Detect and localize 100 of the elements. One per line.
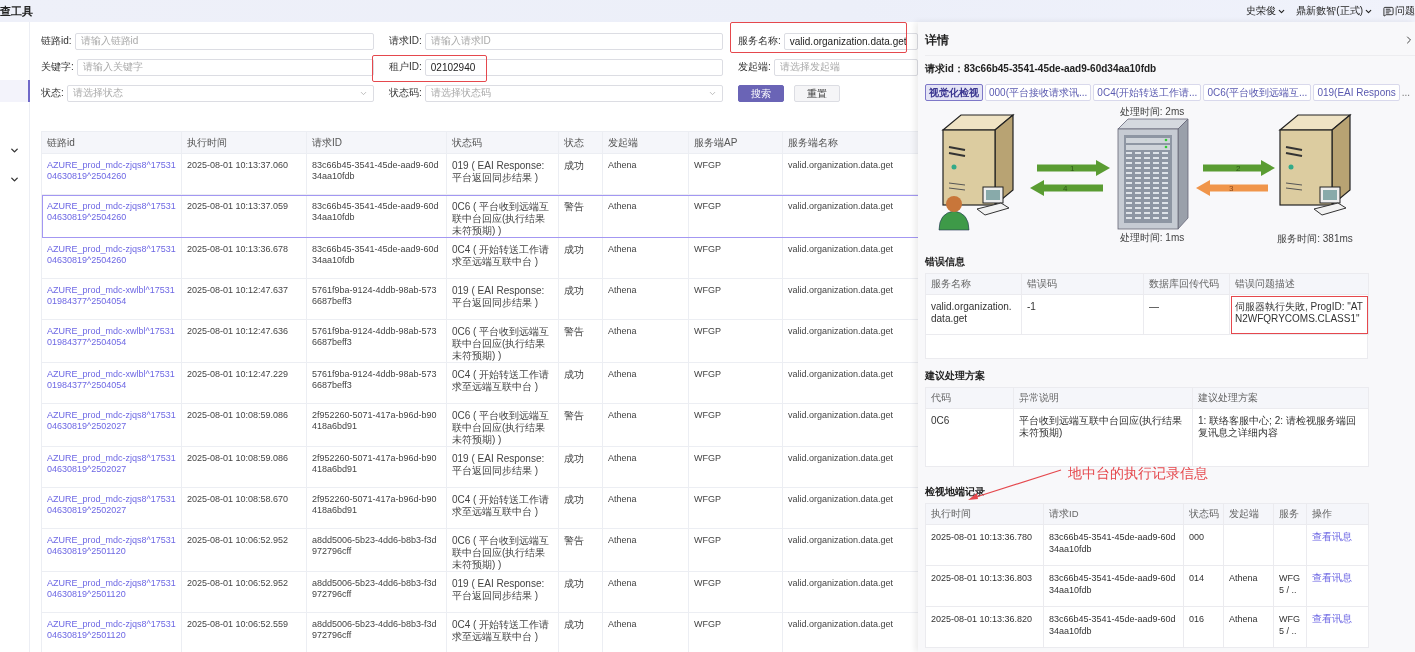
column-header: 数据库回传代码: [1143, 273, 1230, 295]
table-cell: 2f952260-5071-417a-b96d-b90418a6bd91: [306, 487, 447, 529]
user-icon: [938, 196, 970, 231]
table-row[interactable]: AZURE_prod_mdc-xwlbl^1753101984377^2504054 2025-08-01 10:12:47.636 5761f9ba-9124-4ddb-98ab-5736687beff3 0C6 ( 平台收到远端互联中台回应(执行结果未符预期) ) 警告 Athena WFGP valid.organization.data.get: [41, 319, 919, 363]
input-field[interactable]: 02102940: [424, 58, 723, 76]
table-cell: 2025-08-01 10:12:47.636: [181, 319, 307, 363]
chevron-down-icon[interactable]: [9, 145, 20, 156]
annotation-text: 地中台的执行记录信息: [1068, 465, 1208, 483]
tenant-menu[interactable]: 鼎新數智(正式): [1296, 4, 1373, 18]
field-label: 发起端:: [738, 60, 771, 74]
table-cell: 0C4 ( 开始转送工作请求至远端互联中台 ): [446, 487, 559, 529]
table-cell: a8dd5006-5b23-4dd6-b8b3-f3d972796cff: [306, 571, 447, 613]
input-field[interactable]: valid.organization.data.get: [783, 32, 918, 50]
step-number: 3: [1229, 184, 1234, 193]
column-header: 请求ID: [306, 131, 447, 154]
column-header: 发起端: [1223, 503, 1274, 525]
table-cell: Athena: [602, 528, 689, 572]
table-row[interactable]: AZURE_prod_mdc-zjqs8^1753104630819^2502027 2025-08-01 10:08:58.670 2f952260-5071-417a-b96d-b90418a6bd91 0C4 ( 开始转送工作请求至远端互联中台 ) 成功 Athena WFGP valid.organization.data.get: [41, 487, 919, 529]
table-cell: WFGP: [688, 278, 783, 320]
table-cell: WFG 5 / ..: [1273, 606, 1307, 648]
table-row[interactable]: AZURE_prod_mdc-zjqs8^1753104630819^2502027 2025-08-01 10:08:59.086 2f952260-5071-417a-b96d-b90418a6bd91 0C6 ( 平台收到远端互联中台回应(执行结果未符预期) ) 警告 Athena WFGP valid.organization.data.get: [41, 403, 919, 447]
table-cell: 2025-08-01 10:08:59.086: [181, 403, 307, 447]
table-cell: 2f952260-5071-417a-b96d-b90418a6bd91: [306, 403, 447, 447]
table-cell: 019 ( EAI Response:平台返回同步结果 ): [446, 153, 559, 195]
table-row[interactable]: AZURE_prod_mdc-zjqs8^1753104630819^2501120 2025-08-01 10:06:52.952 a8dd5006-5b23-4dd6-b8b3-f3d972796cff 019 ( EAI Response:平台返回同步结果 ) 成功 Athena WFGP valid.organization.data.get: [41, 571, 919, 613]
table-row[interactable]: AZURE_prod_mdc-xwlbl^1753101984377^2504054 2025-08-01 10:12:47.637 5761f9ba-9124-4ddb-98ab-5736687beff3 019 ( EAI Response:平台返回同步结果 ) 成功 Athena WFGP valid.organization.data.get: [41, 278, 919, 320]
tab[interactable]: 0C6(平台收到远端互...: [1203, 84, 1312, 101]
user-menu[interactable]: 史荣俊: [1246, 4, 1287, 18]
search-button[interactable]: 搜索: [738, 85, 784, 102]
column-header: 状态: [558, 131, 603, 154]
table-cell: Athena: [1223, 565, 1274, 607]
table-cell: 警告: [558, 528, 603, 572]
tab[interactable]: 0C4(开始转送工作请...: [1093, 84, 1202, 101]
table-cell: 2025-08-01 10:06:52.952: [181, 528, 307, 572]
tab[interactable]: 019(EAI Respons: [1313, 84, 1400, 101]
table-cell: 014: [1183, 565, 1224, 607]
table-row[interactable]: AZURE_prod_mdc-zjqs8^1753104630819^2502027 2025-08-01 10:08:59.086 2f952260-5071-417a-b96d-b90418a6bd91 019 ( EAI Response:平台返回同步结果 ) 成功 Athena WFGP valid.organization.data.get: [41, 446, 919, 488]
column-header: 代码: [925, 387, 1014, 409]
column-header: 异常说明: [1013, 387, 1193, 409]
chevron-down-icon[interactable]: [9, 174, 20, 185]
table-cell: Athena: [602, 278, 689, 320]
field-label: 租户ID:: [389, 60, 422, 74]
table-cell: 83c66b45-3541-45de-aad9-60d34aa10fdb: [1043, 524, 1184, 566]
table-cell: 2025-08-01 10:13:36.820: [925, 606, 1044, 648]
arrow-left-icon: [1196, 180, 1268, 196]
table-cell: WFGP: [688, 153, 783, 195]
view-message-link[interactable]: 查看讯息: [1312, 613, 1352, 624]
more-button[interactable]: ...: [1401, 87, 1411, 98]
table-cell: 016: [1183, 606, 1224, 648]
table-row[interactable]: AZURE_prod_mdc-zjqs8^1753104630819^2504260 2025-08-01 10:13:37.060 83c66b45-3541-45de-aad9-60d34aa10fdb 019 ( EAI Response:平台返回同步结果 ) 成功 Athena WFGP valid.organization.data.get: [41, 153, 919, 195]
column-header: 服务端AP: [688, 131, 783, 154]
table-cell: 0C4 ( 开始转送工作请求至远端互联中台 ): [446, 237, 559, 279]
table-cell: 成功: [558, 571, 603, 613]
table-row[interactable]: AZURE_prod_mdc-zjqs8^1753104630819^2504260 2025-08-01 10:13:36.678 83c66b45-3541-45de-aad9-60d34aa10fdb 0C4 ( 开始转送工作请求至远端互联中台 ) 成功 Athena WFGP valid.organization.data.get: [41, 237, 919, 279]
table-cell: 1: 联络客服中心; 2: 请检视服务端回复讯息之详细内容: [1192, 408, 1369, 467]
column-header: 请求ID: [1043, 503, 1184, 525]
table-cell: WFGP: [688, 571, 783, 613]
table-cell: valid.organization.data.get: [925, 294, 1022, 335]
column-header: 执行时间: [181, 131, 307, 154]
table-cell: 2025-08-01 10:13:36.803: [925, 565, 1044, 607]
table-cell: Athena: [602, 571, 689, 613]
table-cell: 0C6 ( 平台收到远端互联中台回应(执行结果未符预期) ): [446, 403, 559, 447]
table-cell: Athena: [602, 237, 689, 279]
table-cell: WFGP: [688, 362, 783, 404]
table-row[interactable]: AZURE_prod_mdc-zjqs8^1753104630819^2501120 2025-08-01 10:06:52.952 a8dd5006-5b23-4dd6-b8b3-f3d972796cff 0C6 ( 平台收到远端互联中台回应(执行结果未符预期) ) 警告 Athena WFGP valid.organization.data.get: [41, 528, 919, 572]
table-cell: 2025-08-01 10:06:52.952: [181, 571, 307, 613]
table-cell: 警告: [558, 403, 603, 447]
field-label: 请求ID:: [389, 34, 422, 48]
view-message-link[interactable]: 查看讯息: [1312, 531, 1352, 542]
column-header: 操作: [1306, 503, 1369, 525]
table-row[interactable]: AZURE_prod_mdc-xwlbl^1753101984377^2504054 2025-08-01 10:12:47.229 5761f9ba-9124-4ddb-98ab-5736687beff3 0C4 ( 开始转送工作请求至远端互联中台 ) 成功 Athena WFGP valid.organization.data.get: [41, 362, 919, 404]
table-cell: 2025-08-01 10:12:47.229: [181, 362, 307, 404]
step-number: 1: [1070, 164, 1075, 173]
column-header: 状态码: [446, 131, 559, 154]
table-row[interactable]: AZURE_prod_mdc-zjqs8^1753104630819^2504260 2025-08-01 10:13:37.059 83c66b45-3541-45de-aad9-60d34aa10fdb 0C6 ( 平台收到远端互联中台回应(执行结果未符预期) ) 警告 Athena WFGP valid.organization.data.get: [41, 194, 919, 238]
section-title: 检视地端记录: [925, 485, 986, 499]
column-header: 服务名称: [925, 273, 1022, 295]
column-header: 服务端名称: [782, 131, 919, 154]
table-cell: 2025-08-01 10:13:36.678: [181, 237, 307, 279]
arrow-left-icon: [1030, 180, 1103, 196]
table-cell: 0C6: [925, 408, 1014, 467]
table-cell: 警告: [558, 319, 603, 363]
help-link[interactable]: 问题: [1383, 4, 1415, 18]
column-header: 错误码: [1021, 273, 1144, 295]
reset-button[interactable]: 重置: [794, 85, 840, 102]
message-icon: [1383, 5, 1394, 17]
view-message-link[interactable]: 查看讯息: [1312, 572, 1352, 583]
column-header: 发起端: [602, 131, 689, 154]
time-label: 处理时间: 1ms: [1119, 232, 1185, 243]
table-cell: 019 ( EAI Response:平台返回同步结果 ): [446, 446, 559, 488]
table-cell: 5761f9ba-9124-4ddb-98ab-5736687beff3: [306, 278, 447, 320]
table-cell: WFG 5 / ..: [1273, 565, 1307, 607]
field-label: 状态:: [41, 86, 64, 100]
tab[interactable]: 视觉化检视: [925, 84, 983, 101]
tab[interactable]: 000(平台接收请求讯...: [985, 84, 1092, 101]
table-cell: 000: [1183, 524, 1224, 566]
table-cell: 0C6 ( 平台收到远端互联中台回应(执行结果未符预期) ): [446, 319, 559, 363]
table-cell: —: [1143, 294, 1230, 335]
column-header: 错误问题描述: [1229, 273, 1369, 295]
table-cell: 成功: [558, 153, 603, 195]
